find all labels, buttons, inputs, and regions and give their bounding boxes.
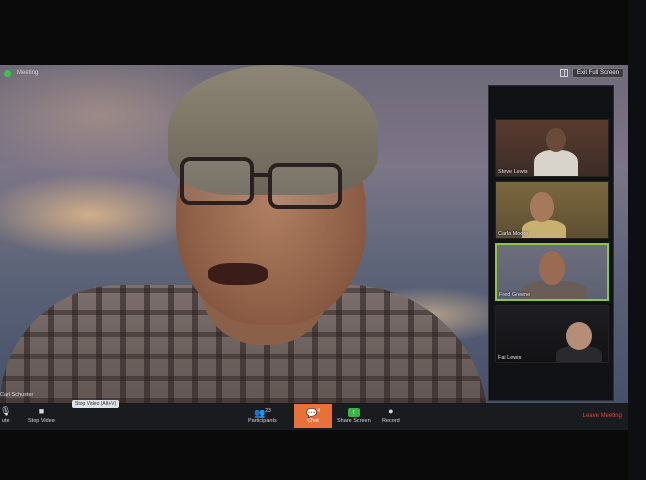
participant-name: Steve Lewis [498, 169, 528, 175]
meeting-header: Meeting Exit Full Screen [0, 65, 628, 81]
glasses-right-lens [268, 163, 342, 209]
participant-thumbnail[interactable]: Steve Lewis [495, 119, 609, 177]
shield-icon[interactable] [4, 69, 11, 77]
participant-head [539, 251, 565, 285]
stop-video-label: Stop Video [28, 418, 55, 424]
speaker-mouth [208, 263, 268, 285]
participants-button[interactable]: 👥23 Participants [248, 406, 277, 424]
participant-head [530, 192, 554, 222]
share-screen-button[interactable]: ↑ Share Screen [337, 406, 371, 424]
share-screen-label: Share Screen [337, 418, 371, 424]
participant-name: Fai Lewis [498, 355, 522, 361]
record-button[interactable]: ● Record [382, 406, 400, 424]
participants-count: 23 [265, 408, 271, 414]
chat-button[interactable]: 💬4 Chat [294, 404, 332, 428]
active-speaker-name: Carl Schuster [0, 392, 34, 398]
mute-label: ute [1, 418, 10, 424]
microphone-icon: 🎙 [0, 406, 12, 416]
gallery-view-icon[interactable] [559, 69, 568, 77]
mute-button[interactable]: 🎙 ute [0, 406, 11, 424]
participant-thumbnails-panel: Steve Lewis Carla Moore Fred Greene Fai … [488, 85, 614, 401]
stop-video-tooltip: Stop Video (Alt+V) [72, 400, 120, 408]
participant-name: Fred Greene [499, 292, 531, 298]
glasses-left-lens [180, 157, 254, 205]
share-screen-icon: ↑ [337, 406, 371, 417]
participant-name: Carla Moore [498, 231, 529, 237]
participant-thumbnail-active[interactable]: Fred Greene [495, 243, 609, 301]
meeting-toolbar: 🎙 ute ■ Stop Video Stop Video (Alt+V) 👥2… [0, 400, 628, 430]
participant-head [566, 322, 592, 350]
participant-body [522, 220, 566, 238]
stop-video-button[interactable]: ■ Stop Video Stop Video (Alt+V) [28, 400, 120, 424]
header-controls: Exit Full Screen [559, 68, 624, 78]
glasses-bridge [252, 173, 270, 177]
participant-thumbnail[interactable]: Fai Lewis [495, 305, 609, 363]
camera-icon: ■ [38, 406, 45, 416]
meeting-title: Meeting [17, 70, 39, 76]
participant-body [534, 150, 578, 176]
record-label: Record [382, 418, 400, 424]
record-icon: ● [388, 406, 394, 416]
exit-fullscreen-button[interactable]: Exit Full Screen [571, 68, 624, 78]
people-icon: 👥23 [253, 408, 271, 418]
chat-label: Chat [307, 418, 319, 424]
chat-bubble-icon: 💬4 [306, 408, 320, 418]
leave-meeting-button[interactable]: Leave Meeting [583, 413, 622, 419]
right-border [628, 0, 646, 480]
participant-head [546, 128, 566, 152]
chat-count: 4 [317, 408, 320, 414]
participants-label: Participants [248, 418, 277, 424]
zoom-meeting-window: Meeting Exit Full Screen Steve Lewis Car… [0, 65, 628, 430]
participant-thumbnail[interactable]: Carla Moore [495, 181, 609, 239]
